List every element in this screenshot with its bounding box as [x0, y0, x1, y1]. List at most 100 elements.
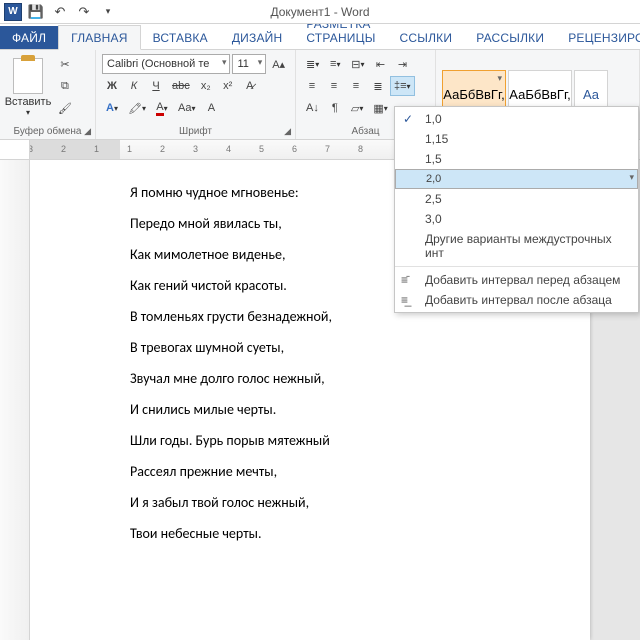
highlight-button[interactable]: 🖍▾ — [124, 98, 150, 118]
font-color-button[interactable]: A▾ — [152, 98, 172, 118]
space-after-icon: ≡̲ — [401, 293, 408, 307]
cut-button[interactable]: ✂ — [54, 54, 76, 74]
italic-button[interactable]: К — [124, 76, 144, 96]
text-effects-button[interactable]: A▾ — [102, 98, 122, 118]
change-case-icon: Aa — [178, 102, 191, 114]
document-line[interactable]: И снились милые черты. — [130, 401, 566, 418]
font-color-icon: A — [156, 101, 163, 116]
style-sample: АаБбВвГг, — [443, 87, 504, 102]
sort-button[interactable]: A↓ — [302, 98, 323, 118]
word-logo-icon: W — [4, 3, 22, 21]
shading-button[interactable]: ▱▾ — [347, 98, 367, 118]
show-marks-button[interactable]: ¶ — [325, 98, 345, 118]
tab-mailings[interactable]: РАССЫЛКИ — [464, 26, 556, 49]
qat-customize-icon[interactable]: ▾ — [98, 2, 118, 22]
superscript-button[interactable]: x² — [218, 76, 238, 96]
ruler-tick: 2 — [61, 144, 66, 154]
superscript-icon: x² — [223, 80, 232, 92]
ruler-tick: 6 — [292, 144, 297, 154]
line-spacing-more[interactable]: Другие варианты междустрочных инт — [395, 229, 638, 263]
group-label-clipboard: Буфер обмена◢ — [6, 124, 89, 137]
bucket-icon: ▱ — [351, 102, 359, 115]
document-line[interactable]: И я забыл твой голос нежный, — [130, 494, 566, 511]
paste-button[interactable]: Вставить ▾ — [6, 54, 50, 120]
line-spacing-icon: ‡≡ — [394, 80, 407, 92]
eraser-icon: A̷ — [246, 80, 253, 92]
underline-button[interactable]: Ч — [146, 76, 166, 96]
redo-icon[interactable]: ↷ — [74, 2, 94, 22]
copy-icon: ⧉ — [61, 80, 69, 93]
option-label: 1,0 — [425, 112, 442, 126]
document-line[interactable]: Звучал мне долго голос нежный, — [130, 370, 566, 387]
strike-icon: abc — [172, 80, 190, 92]
tab-insert[interactable]: ВСТАВКА — [141, 26, 220, 49]
borders-button[interactable]: ▦▾ — [369, 98, 391, 118]
font-name-select[interactable]: Calibri (Основной те — [102, 54, 230, 74]
line-spacing-option[interactable]: 2,0 — [395, 169, 638, 189]
decrease-indent-button[interactable]: ⇤ — [370, 54, 390, 74]
ribbon-tabs: ФАЙЛ ГЛАВНАЯ ВСТАВКА ДИЗАЙН РАЗМЕТКА СТР… — [0, 24, 640, 50]
space-before-icon: ≡̄ — [401, 273, 408, 287]
multilevel-button[interactable]: ⊟▾ — [347, 54, 368, 74]
line-spacing-button[interactable]: ‡≡▾ — [390, 76, 415, 96]
align-left-button[interactable]: ≡ — [302, 76, 322, 96]
scissors-icon: ✂ — [60, 58, 69, 71]
align-center-button[interactable]: ≡ — [324, 76, 344, 96]
justify-button[interactable]: ≣ — [368, 76, 388, 96]
grow-font-icon: A▴ — [272, 58, 285, 71]
ruler-tick: 1 — [94, 144, 99, 154]
copy-button[interactable]: ⧉ — [54, 76, 76, 96]
window-title: Документ1 - Word — [270, 5, 369, 19]
line-spacing-option[interactable]: 2,5 — [395, 189, 638, 209]
line-spacing-option[interactable]: 1,15 — [395, 129, 638, 149]
change-case-button[interactable]: Aa▾ — [174, 98, 199, 118]
document-line[interactable]: В тревогах шумной суеты, — [130, 339, 566, 356]
tab-home[interactable]: ГЛАВНАЯ — [58, 25, 140, 50]
document-line[interactable]: Твои небесные черты. — [130, 525, 566, 542]
underline-icon: Ч — [152, 80, 159, 92]
tab-references[interactable]: ССЫЛКИ — [388, 26, 465, 49]
clipboard-icon — [13, 58, 43, 94]
ruler-tick: 7 — [325, 144, 330, 154]
align-right-button[interactable]: ≡ — [346, 76, 366, 96]
undo-icon[interactable]: ↶ — [50, 2, 70, 22]
tab-file[interactable]: ФАЙЛ — [0, 26, 58, 49]
char-shading-button[interactable]: A — [201, 98, 221, 118]
bold-button[interactable]: Ж — [102, 76, 122, 96]
line-spacing-menu: ✓ 1,0 1,151,5 2,0 2,53,0Другие варианты межд… — [394, 106, 639, 313]
clear-format-button[interactable]: A̷ — [240, 76, 260, 96]
tab-design[interactable]: ДИЗАЙН — [220, 26, 295, 49]
line-spacing-add-after[interactable]: ≡̲ Добавить интервал после абзаца — [395, 290, 638, 310]
justify-icon: ≣ — [373, 80, 382, 93]
document-line[interactable]: Рассеял прежние мечты, — [130, 463, 566, 480]
ruler-corner — [0, 140, 30, 159]
numbering-button[interactable]: ≡▾ — [325, 54, 345, 74]
paste-label: Вставить — [5, 96, 52, 108]
line-spacing-option[interactable]: ✓ 1,0 — [395, 109, 638, 129]
bullets-button[interactable]: ≣▾ — [302, 54, 323, 74]
option-label: 2,0 — [426, 173, 441, 185]
font-size-select[interactable]: 11 — [232, 54, 266, 74]
subscript-button[interactable]: x₂ — [196, 76, 216, 96]
align-right-icon: ≡ — [353, 80, 359, 92]
launcher-icon[interactable]: ◢ — [84, 126, 91, 137]
launcher-icon[interactable]: ◢ — [284, 126, 291, 137]
line-spacing-option[interactable]: 1,5 — [395, 149, 638, 169]
option-label: Добавить интервал после абзаца — [425, 293, 612, 307]
increase-indent-button[interactable]: ⇥ — [392, 54, 412, 74]
tab-review[interactable]: РЕЦЕНЗИРОВ — [556, 26, 640, 49]
bullets-icon: ≣ — [306, 58, 315, 71]
line-spacing-option[interactable]: 3,0 — [395, 209, 638, 229]
strike-button[interactable]: abc — [168, 76, 194, 96]
document-line[interactable]: Шли годы. Бурь порыв мятежный — [130, 432, 566, 449]
align-center-icon: ≡ — [331, 80, 337, 92]
save-icon[interactable]: 💾 — [26, 2, 46, 22]
ruler-vertical[interactable] — [0, 160, 30, 640]
quick-access-toolbar: W 💾 ↶ ↷ ▾ — [0, 2, 118, 22]
check-icon: ✓ — [403, 112, 413, 126]
indent-icon: ⇥ — [398, 58, 407, 71]
format-painter-button[interactable]: 🖌 — [54, 98, 76, 118]
line-spacing-add-before[interactable]: ≡̄Добавить интервал перед абзацем — [395, 270, 638, 290]
multilevel-icon: ⊟ — [351, 58, 360, 71]
grow-font-button[interactable]: A▴ — [268, 54, 289, 74]
